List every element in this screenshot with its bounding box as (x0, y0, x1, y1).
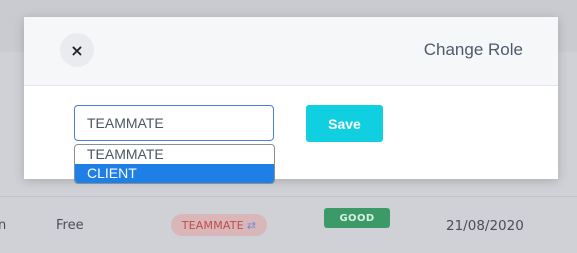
close-icon: × (70, 40, 84, 60)
save-button[interactable]: Save (306, 105, 383, 142)
role-badge-label: TEAMMATE (181, 218, 244, 232)
swap-icon: ⇄ (246, 218, 257, 232)
role-select[interactable]: TEAMMATE (74, 105, 274, 141)
role-dropdown-list: TEAMMATE CLIENT (74, 144, 275, 184)
row-date: 21/08/2020 (446, 218, 524, 234)
modal-header: × Change Role (24, 17, 558, 86)
close-button[interactable]: × (60, 33, 94, 67)
role-select-value: TEAMMATE (87, 115, 164, 131)
role-option-teammate[interactable]: TEAMMATE (75, 145, 274, 164)
row-plan: Free (56, 218, 84, 233)
role-badge[interactable]: TEAMMATE ⇄ (171, 214, 267, 236)
row-name-fragment: n (0, 218, 7, 233)
table-divider (0, 196, 577, 197)
modal-title: Change Role (423, 40, 523, 59)
role-option-client[interactable]: CLIENT (75, 164, 274, 183)
status-badge: GOOD (324, 208, 390, 228)
